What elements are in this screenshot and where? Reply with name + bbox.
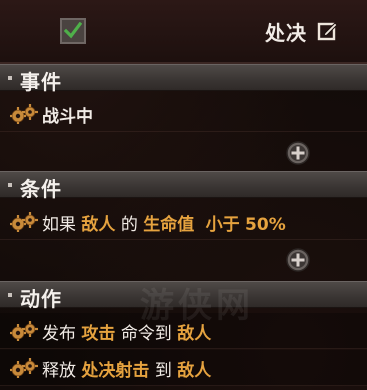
condition-target[interactable]: 敌人 xyxy=(81,215,115,235)
event-row-text: 战斗中 xyxy=(42,102,93,127)
section-actions: 动作 xyxy=(0,281,367,311)
condition-if: 如果 xyxy=(42,215,76,235)
action-row[interactable]: 发布 攻击 命令到 敌人 xyxy=(0,313,367,349)
edit-icon[interactable] xyxy=(317,20,339,42)
section-events: 事件 xyxy=(0,64,367,94)
section-bullet xyxy=(8,183,12,187)
gambit-header: 处决 xyxy=(0,0,367,64)
action-connector: 到 xyxy=(154,361,172,381)
add-circle-icon[interactable] xyxy=(286,141,310,165)
condition-of: 的 xyxy=(120,215,138,235)
gears-icon xyxy=(10,212,38,232)
add-event-row xyxy=(0,136,367,170)
gambit-panel: 处决 事件 战斗中 条件 如果 敌人 的 生命值 小于 50% 动作 发布 攻击… xyxy=(0,0,367,390)
action-command[interactable]: 攻击 xyxy=(81,324,115,344)
section-actions-label: 动作 xyxy=(20,287,62,311)
event-name: 战斗中 xyxy=(42,107,93,127)
condition-value[interactable]: 50% xyxy=(245,215,286,235)
checkmark-icon xyxy=(64,22,82,39)
action-target[interactable]: 敌人 xyxy=(177,361,211,381)
event-row[interactable]: 战斗中 xyxy=(0,96,367,132)
add-circle-icon[interactable] xyxy=(286,248,310,272)
condition-attribute[interactable]: 生命值 xyxy=(143,215,194,235)
action-verb: 释放 xyxy=(42,361,76,381)
gambit-title: 处决 xyxy=(265,21,307,45)
enable-checkbox[interactable] xyxy=(60,18,86,44)
section-conditions: 条件 xyxy=(0,171,367,201)
section-bullet xyxy=(8,293,12,297)
add-condition-row xyxy=(0,243,367,277)
action-target[interactable]: 敌人 xyxy=(177,324,211,344)
action-row-text: 释放 处决射击 到 敌人 xyxy=(42,356,211,381)
section-conditions-label: 条件 xyxy=(20,177,62,201)
condition-row-text: 如果 敌人 的 生命值 小于 50% xyxy=(42,210,286,235)
condition-row[interactable]: 如果 敌人 的 生命值 小于 50% xyxy=(0,204,367,240)
gears-icon xyxy=(10,321,38,341)
action-row[interactable]: 释放 处决射击 到 敌人 xyxy=(0,350,367,386)
gears-icon xyxy=(10,104,38,124)
action-skill[interactable]: 处决射击 xyxy=(81,361,149,381)
condition-operator[interactable]: 小于 xyxy=(206,215,240,235)
action-connector: 命令到 xyxy=(120,324,172,344)
section-events-label: 事件 xyxy=(20,70,62,94)
gears-icon xyxy=(10,358,38,378)
action-verb: 发布 xyxy=(42,324,76,344)
section-bullet xyxy=(8,76,12,80)
action-row-text: 发布 攻击 命令到 敌人 xyxy=(42,319,211,344)
